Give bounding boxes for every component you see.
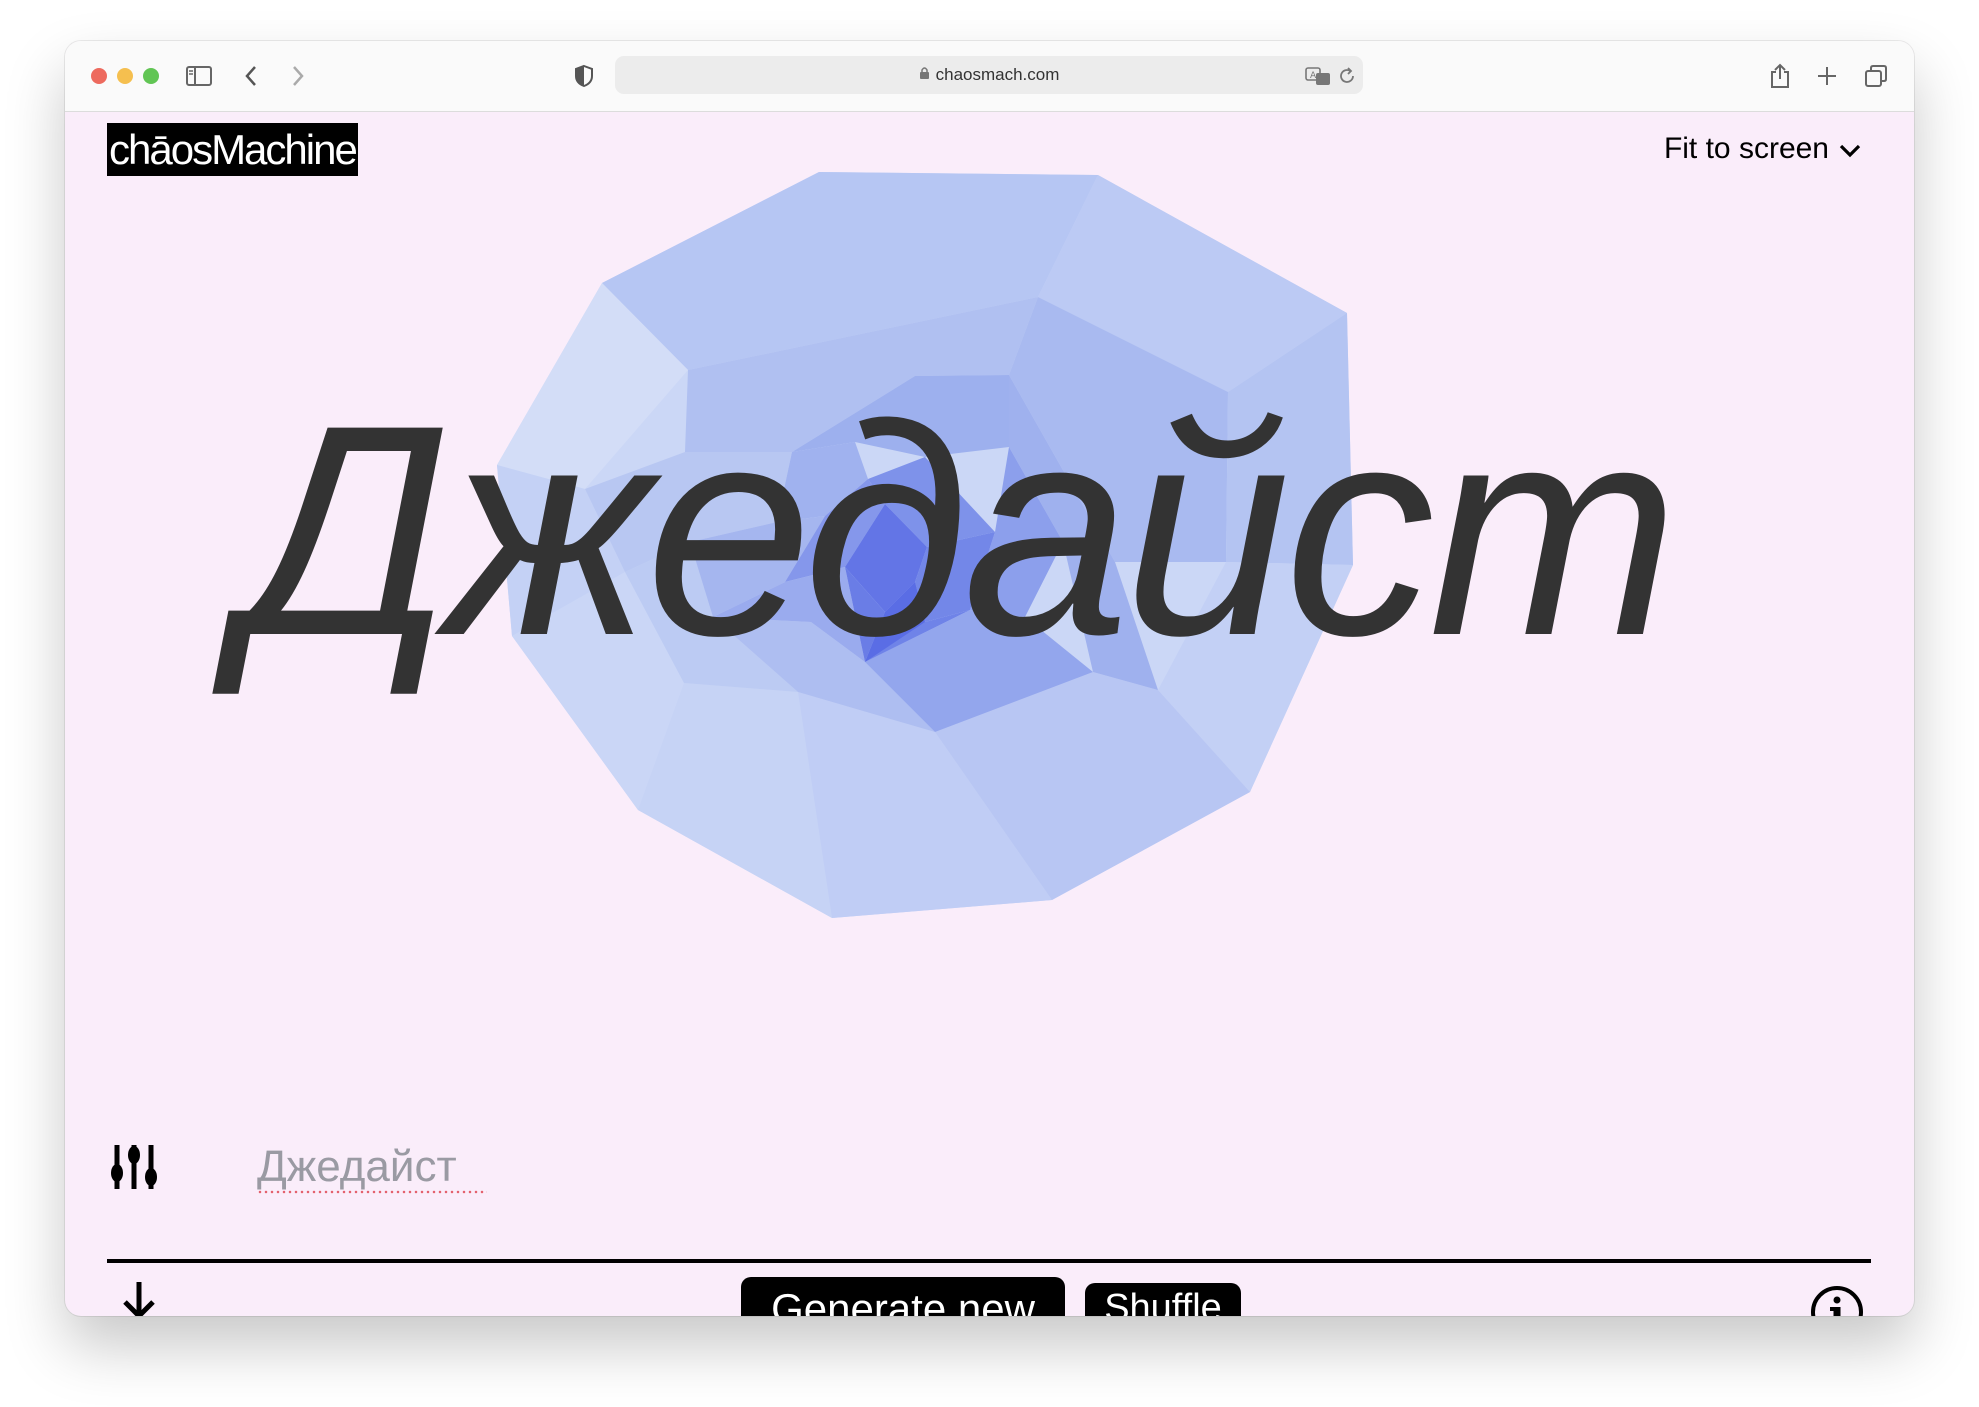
url-text: chaosmach.com bbox=[935, 65, 1060, 84]
text-input[interactable] bbox=[257, 1141, 1757, 1193]
app-page: chāosMachine Fit to screen Джедайст Джед… bbox=[65, 112, 1914, 1316]
text-input-row bbox=[107, 1141, 1871, 1194]
info-icon[interactable] bbox=[1809, 1284, 1865, 1316]
svg-text:A: A bbox=[1310, 71, 1317, 81]
spellcheck-underline bbox=[257, 1190, 487, 1194]
tabs-icon[interactable] bbox=[1861, 61, 1891, 91]
lock-icon bbox=[919, 65, 930, 85]
generated-text-display: Джедайст bbox=[240, 362, 1679, 698]
shield-icon[interactable] bbox=[569, 61, 599, 91]
fit-to-screen-label: Fit to screen bbox=[1663, 132, 1829, 165]
close-window-button[interactable] bbox=[91, 68, 107, 84]
back-icon[interactable] bbox=[236, 61, 266, 91]
browser-toolbar: chaosmach.com A bbox=[65, 41, 1914, 112]
reload-icon[interactable] bbox=[1332, 61, 1362, 91]
download-icon[interactable] bbox=[113, 1278, 165, 1316]
app-logo[interactable]: chāosMachine bbox=[107, 123, 358, 176]
divider bbox=[107, 1259, 1871, 1263]
new-tab-icon[interactable] bbox=[1812, 61, 1842, 91]
forward-icon[interactable] bbox=[283, 61, 313, 91]
fit-to-screen-dropdown[interactable]: Fit to screen bbox=[1664, 132, 1861, 166]
sliders-icon[interactable] bbox=[107, 1141, 163, 1193]
translate-icon[interactable]: A bbox=[1303, 61, 1333, 91]
browser-window: chaosmach.com A chāosMachine Fit to scre… bbox=[65, 41, 1914, 1316]
sidebar-icon[interactable] bbox=[184, 61, 214, 91]
generate-new-button[interactable]: Generate new bbox=[741, 1277, 1065, 1316]
shuffle-button[interactable]: Shuffle bbox=[1085, 1283, 1241, 1316]
minimize-window-button[interactable] bbox=[117, 68, 133, 84]
chevron-down-icon bbox=[1839, 132, 1861, 166]
share-icon[interactable] bbox=[1765, 61, 1795, 91]
zoom-window-button[interactable] bbox=[143, 68, 159, 84]
chaos-artwork bbox=[497, 172, 1353, 918]
address-bar[interactable]: chaosmach.com bbox=[615, 56, 1363, 94]
